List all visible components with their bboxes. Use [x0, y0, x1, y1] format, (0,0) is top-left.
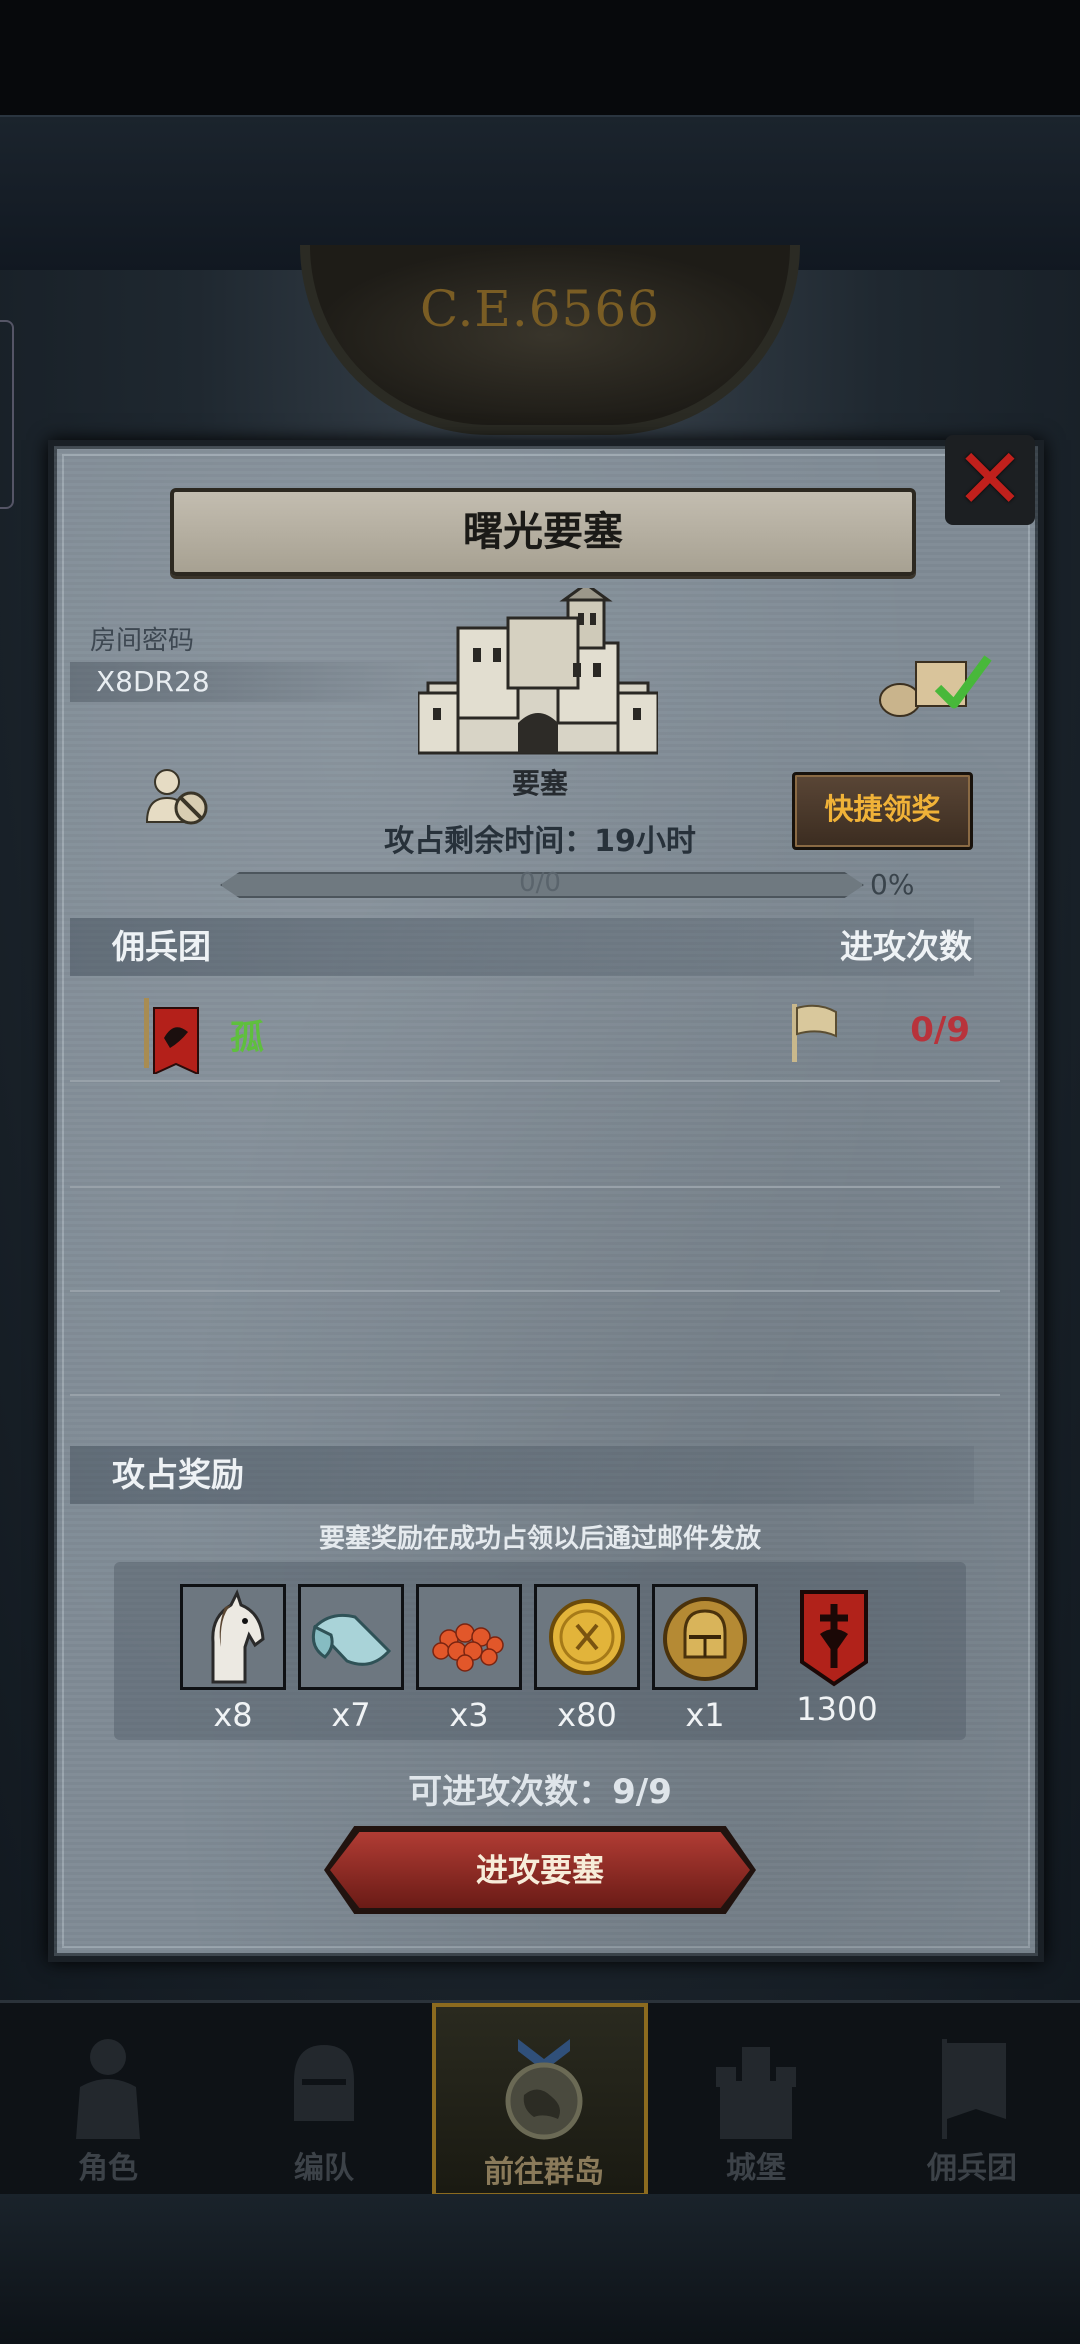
bottom-band — [0, 2194, 1080, 2344]
room-password-value: X8DR28 — [96, 665, 210, 698]
nav-item-formation[interactable]: 编队 — [216, 2003, 432, 2197]
reward-qty: x8 — [213, 1696, 253, 1734]
rewards-section-header: 攻占奖励 — [70, 1446, 974, 1504]
cloth-icon — [301, 1587, 401, 1687]
horse-icon — [183, 1587, 283, 1687]
reward-qty: x3 — [449, 1696, 489, 1734]
empty-guild-row — [70, 1186, 1000, 1292]
world-icon — [505, 2039, 583, 2140]
capture-time-remaining: 攻占剩余时间：19小时 — [384, 824, 696, 859]
reward-item[interactable]: x7 — [298, 1584, 404, 1734]
nav-item-islands[interactable]: 前往群岛 — [432, 2003, 648, 2197]
side-tab-handle[interactable] — [0, 320, 14, 509]
room-password-label: 房间密码 — [90, 626, 195, 656]
dialog-title-banner: 曙光要塞 — [170, 488, 916, 576]
mercenary-icon — [942, 2039, 1006, 2139]
mercenary-section-header: 佣兵团 进攻次数 — [70, 918, 974, 976]
fortress-label: 要塞 — [511, 767, 568, 800]
capture-progress-text: 0/0 — [519, 868, 561, 898]
dialog-title: 曙光要塞 — [463, 509, 623, 555]
reward-item[interactable]: x1 — [652, 1584, 758, 1734]
reward-qty: x80 — [557, 1696, 617, 1734]
reward-item[interactable]: 1300 — [784, 1584, 890, 1728]
knight-icon — [76, 2039, 140, 2139]
rewards-note: 要塞奖励在成功占领以后通过邮件发放 — [318, 1524, 761, 1554]
bottom-nav: 角色 编队 前往群岛 城堡 佣兵团 — [0, 2000, 1080, 2197]
close-icon: ✕ — [954, 430, 1026, 528]
empty-guild-row — [70, 1082, 1000, 1188]
castle-icon — [716, 2047, 796, 2139]
era-label: C.E.6566 — [419, 280, 660, 338]
guild-banner-icon — [800, 1590, 868, 1687]
nav-item-character[interactable]: 角色 — [0, 2003, 216, 2197]
room-password-bar: X8DR28 — [70, 662, 430, 702]
close-button[interactable]: ✕ — [945, 435, 1035, 525]
guild-banner-icon — [144, 998, 199, 1074]
reward-qty: x7 — [331, 1696, 371, 1734]
guild-attack-count: 0/9 — [910, 1010, 970, 1050]
fortress-icon — [418, 588, 658, 755]
capture-progress-percent: 0% — [870, 868, 915, 901]
gold-coin-icon — [537, 1587, 637, 1687]
empty-guild-row — [70, 1290, 1000, 1396]
helmet-medal-icon — [655, 1587, 755, 1687]
mercenary-header-label: 佣兵团 — [112, 927, 211, 966]
guild-name: 孤 — [230, 1018, 264, 1058]
reward-qty: 1300 — [796, 1690, 878, 1728]
reward-item[interactable]: x8 — [180, 1584, 286, 1734]
attack-count-header-label: 进攻次数 — [840, 927, 972, 966]
reward-item[interactable]: x3 — [416, 1584, 522, 1734]
claimed-rewards-icon[interactable] — [876, 648, 996, 720]
nav-item-castle[interactable]: 城堡 — [648, 2003, 864, 2197]
nav-item-mercenary[interactable]: 佣兵团 — [864, 2003, 1080, 2197]
available-attacks: 可进攻次数：9/9 — [408, 1772, 672, 1812]
reward-item[interactable]: x80 — [534, 1584, 640, 1734]
fish-roe-icon — [419, 1587, 519, 1687]
guild-row[interactable]: 孤 0/9 — [70, 980, 1000, 1082]
reward-qty: x1 — [685, 1696, 725, 1734]
helmet-icon — [294, 2045, 354, 2121]
attack-fortress-button[interactable]: 进攻要塞 — [330, 1832, 750, 1908]
rewards-header-label: 攻占奖励 — [112, 1455, 244, 1494]
flag-icon — [792, 1004, 837, 1062]
